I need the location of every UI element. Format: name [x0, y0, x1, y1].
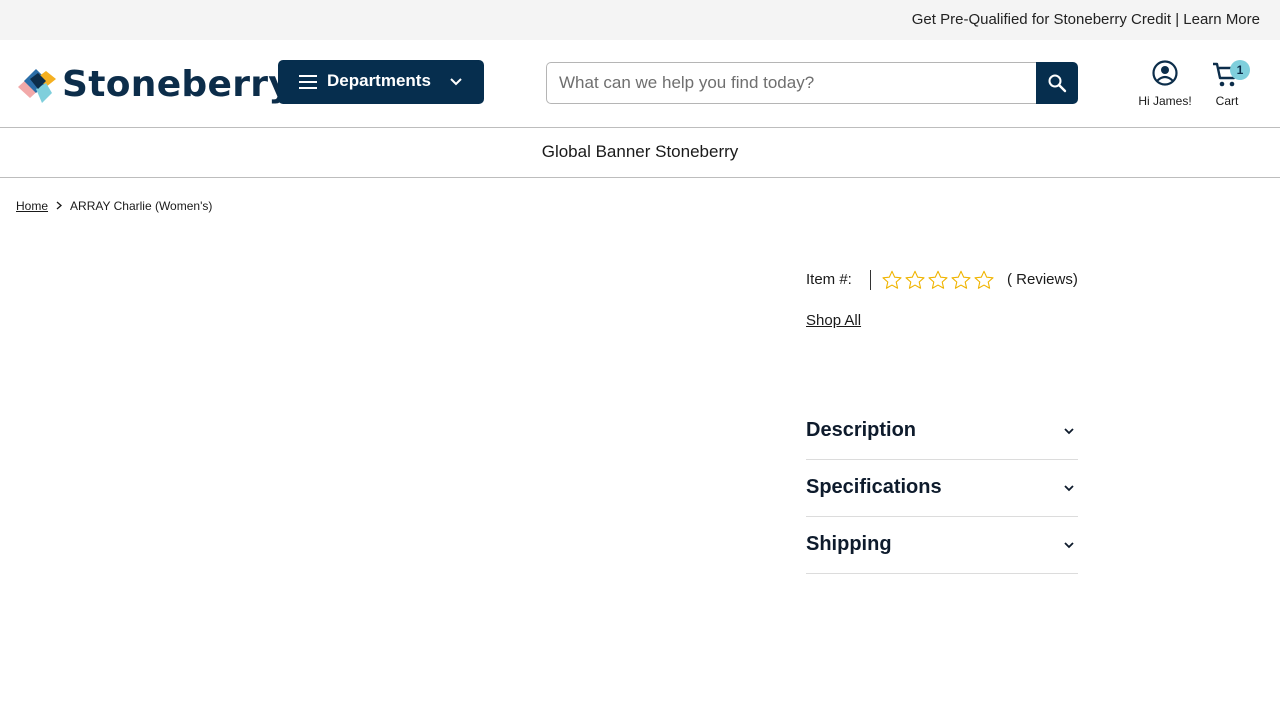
star-outline-icon	[951, 270, 971, 289]
logo-wordmark: Stoneberry	[62, 64, 293, 105]
search-button[interactable]	[1036, 62, 1078, 104]
breadcrumb: Home ARRAY Charlie (Women's)	[16, 199, 212, 213]
shop-all-link[interactable]: Shop All	[806, 312, 861, 329]
breadcrumb-current: ARRAY Charlie (Women's)	[70, 199, 213, 213]
item-number-label: Item #:	[806, 271, 852, 288]
star-rating[interactable]	[881, 269, 996, 291]
credit-promo-link[interactable]: Get Pre-Qualified for Stoneberry Credit	[912, 11, 1171, 28]
meta-divider	[870, 270, 871, 290]
cart-label: Cart	[1215, 94, 1239, 108]
site-header: Stoneberry Departments Hi James!	[0, 40, 1280, 128]
departments-button[interactable]: Departments	[278, 60, 484, 104]
hamburger-icon	[299, 75, 317, 89]
site-logo[interactable]: Stoneberry	[16, 63, 292, 107]
breadcrumb-home-link[interactable]: Home	[16, 199, 48, 213]
cart-count-badge: 1	[1230, 60, 1250, 80]
accordion-description[interactable]: Description	[806, 403, 1078, 460]
chevron-down-icon	[450, 78, 462, 86]
chevron-right-icon	[56, 201, 63, 210]
promo-separator: |	[1171, 11, 1184, 28]
logo-mark-icon	[18, 69, 56, 103]
chevron-down-icon	[1064, 485, 1074, 492]
account-button[interactable]: Hi James!	[1132, 60, 1198, 112]
accordion-title: Description	[806, 419, 917, 441]
global-banner: Global Banner Stoneberry	[0, 129, 1280, 178]
chevron-down-icon	[1064, 542, 1074, 549]
search-icon	[1048, 74, 1067, 93]
star-outline-icon	[882, 270, 902, 289]
accordion-specifications[interactable]: Specifications	[806, 460, 1078, 517]
search-bar	[546, 62, 1078, 104]
account-circle-icon	[1152, 60, 1178, 86]
global-banner-text: Global Banner Stoneberry	[541, 142, 739, 161]
accordion-shipping[interactable]: Shipping	[806, 517, 1078, 574]
star-outline-icon	[974, 270, 994, 289]
promo-bar: Get Pre-Qualified for Stoneberry Credit …	[0, 0, 1280, 40]
search-input[interactable]	[546, 62, 1036, 104]
reviews-link[interactable]: ( Reviews)	[1007, 271, 1078, 288]
star-outline-icon	[905, 270, 925, 289]
account-label: Hi James!	[1138, 94, 1192, 108]
cart-button[interactable]: 1 Cart	[1206, 60, 1250, 112]
accordion-title: Shipping	[806, 533, 892, 555]
credit-promo[interactable]: Get Pre-Qualified for Stoneberry Credit …	[912, 11, 1260, 28]
star-outline-icon	[928, 270, 948, 289]
product-meta: Item #: ( Reviews)	[806, 268, 1078, 294]
product-accordion: Description Specifications Shipping	[806, 403, 1078, 574]
chevron-down-icon	[1064, 428, 1074, 435]
accordion-title: Specifications	[806, 476, 942, 498]
departments-label: Departments	[327, 71, 431, 90]
learn-more-link[interactable]: Learn More	[1183, 11, 1260, 28]
